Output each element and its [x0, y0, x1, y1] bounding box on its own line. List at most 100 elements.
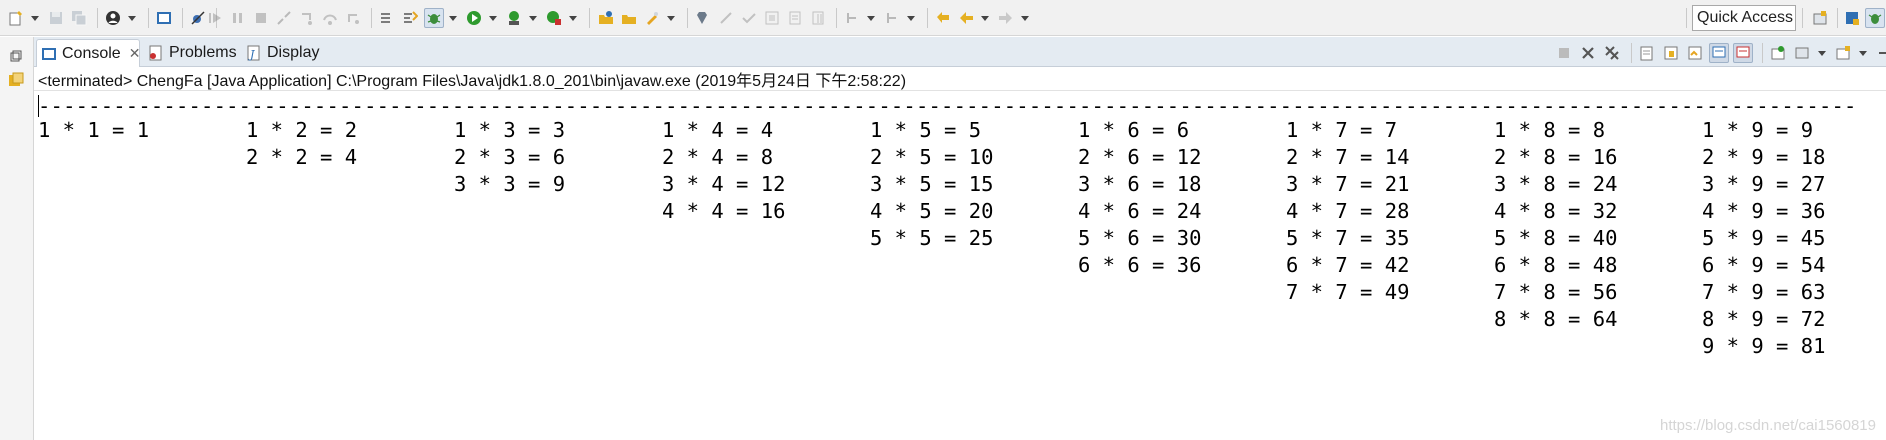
- forward-dropdown[interactable]: [1019, 8, 1030, 28]
- console-output-line: 2 * 8 = 16: [1494, 145, 1618, 169]
- step-into-icon[interactable]: [297, 8, 317, 28]
- console-output-line: 6 * 6 = 36: [1078, 253, 1202, 277]
- debug-icon[interactable]: [424, 8, 444, 28]
- debug-dropdown[interactable]: [447, 8, 458, 28]
- console-output-line: 5 * 9 = 45: [1702, 226, 1826, 250]
- suspend-icon[interactable]: [228, 8, 248, 28]
- new-dropdown[interactable]: [29, 8, 40, 28]
- word-wrap-icon[interactable]: [1685, 43, 1705, 63]
- console-output-line: 1 * 4 = 4: [662, 118, 774, 142]
- show-on-stderr-icon[interactable]: [1733, 43, 1753, 63]
- open-console-dropdown[interactable]: [1857, 43, 1868, 63]
- tab-problems[interactable]: Problems: [144, 39, 244, 67]
- open-perspective-icon[interactable]: [1810, 8, 1830, 28]
- console-output-line: 5 * 8 = 40: [1494, 226, 1618, 250]
- step-over-icon[interactable]: [320, 8, 340, 28]
- problems-icon: [148, 45, 164, 61]
- new-icon[interactable]: [6, 8, 26, 28]
- console-output-line: 5 * 7 = 35: [1286, 226, 1410, 250]
- clear-console-icon[interactable]: [1637, 43, 1657, 63]
- block-selection-icon[interactable]: [762, 8, 782, 28]
- table-column: 1 * 4 = 4 2 * 4 = 8 3 * 4 = 12 4 * 4 = 16: [662, 117, 785, 225]
- console-output-line: 6 * 9 = 54: [1702, 253, 1826, 277]
- quick-access-input[interactable]: Quick Access: [1692, 5, 1796, 31]
- restore-icon[interactable]: [7, 47, 25, 65]
- pilcrow-icon[interactable]: [808, 8, 828, 28]
- open-type-icon[interactable]: [619, 8, 639, 28]
- step-return-icon[interactable]: [343, 8, 363, 28]
- external-tools-dropdown[interactable]: [567, 8, 578, 28]
- console-output-line: 1 * 6 = 6: [1078, 118, 1190, 142]
- forward-icon[interactable]: [996, 8, 1016, 28]
- remove-launch-icon[interactable]: [1578, 43, 1598, 63]
- console-output-line: 5 * 5 = 25: [870, 226, 994, 250]
- tab-display-label: Display: [267, 44, 320, 61]
- coverage-icon[interactable]: [504, 8, 524, 28]
- console-output-line: 4 * 6 = 24: [1078, 199, 1202, 223]
- use-step-filters-icon[interactable]: [400, 8, 420, 28]
- toolbar-separator: [1802, 8, 1803, 28]
- toggle-mark-occurrences-icon[interactable]: [739, 8, 759, 28]
- java-perspective-icon[interactable]: [1842, 8, 1862, 28]
- show-on-stdout-icon[interactable]: [1709, 43, 1729, 63]
- terminate-icon[interactable]: [251, 8, 271, 28]
- console-output[interactable]: ----------------------------------------…: [34, 92, 1886, 440]
- console-output-line: 7 * 7 = 49: [1286, 280, 1410, 304]
- toolbar-separator: [1837, 8, 1838, 28]
- remove-all-terminated-icon[interactable]: [1602, 43, 1622, 63]
- back-icon[interactable]: [956, 8, 976, 28]
- console-output-line: 4 * 8 = 32: [1494, 199, 1618, 223]
- tab-console[interactable]: Console ✕: [36, 39, 140, 67]
- external-tools-icon[interactable]: [544, 8, 564, 28]
- console-output-line: 6 * 7 = 42: [1286, 253, 1410, 277]
- prev-annotation-icon[interactable]: [882, 8, 902, 28]
- next-annotation-icon[interactable]: [842, 8, 862, 28]
- toolbar-separator: [589, 8, 590, 28]
- watermark: https://blog.csdn.net/cai1560819: [1660, 417, 1876, 434]
- save-all-icon[interactable]: [69, 8, 89, 28]
- save-icon[interactable]: [46, 8, 66, 28]
- search-icon[interactable]: [693, 8, 713, 28]
- open-console-icon[interactable]: [1833, 43, 1853, 63]
- console-output-line: 4 * 4 = 16: [662, 199, 786, 223]
- disconnect-icon[interactable]: [274, 8, 294, 28]
- open-task-icon[interactable]: [642, 8, 662, 28]
- resume-icon[interactable]: [205, 8, 225, 28]
- run-icon[interactable]: [464, 8, 484, 28]
- profile-icon[interactable]: [103, 8, 123, 28]
- toggle-annotation-icon[interactable]: [716, 8, 736, 28]
- pin-console-icon[interactable]: [1768, 43, 1788, 63]
- display-icon: J: [246, 45, 262, 61]
- profile-dropdown[interactable]: [126, 8, 137, 28]
- display-console-dropdown[interactable]: [1816, 43, 1827, 63]
- back-dropdown[interactable]: [979, 8, 990, 28]
- show-whitespace-icon[interactable]: [785, 8, 805, 28]
- new-java-project-icon[interactable]: [596, 8, 616, 28]
- minimized-view-icon[interactable]: [7, 71, 25, 89]
- console-output-line: 3 * 4 = 12: [662, 172, 786, 196]
- console-output-line: 1 * 1 = 1: [38, 118, 150, 142]
- minimize-icon[interactable]: [1874, 43, 1886, 63]
- console-output-line: 2 * 4 = 8: [662, 145, 774, 169]
- table-column: 1 * 7 = 7 2 * 7 = 14 3 * 7 = 21 4 * 7 = 28 5…: [1286, 117, 1409, 306]
- last-edit-icon[interactable]: [933, 8, 953, 28]
- drop-frame-icon[interactable]: [377, 8, 397, 28]
- console-output-line: 9 * 9 = 81: [1702, 334, 1826, 358]
- close-icon[interactable]: ✕: [129, 45, 141, 62]
- table-column: 1 * 6 = 6 2 * 6 = 12 3 * 6 = 18 4 * 6 = 24 5…: [1078, 117, 1201, 279]
- tab-console-label: Console: [62, 44, 121, 62]
- toolbar-file-group: [6, 5, 222, 31]
- run-dropdown[interactable]: [487, 8, 498, 28]
- scroll-lock-icon[interactable]: [1661, 43, 1681, 63]
- console-output-line: 3 * 6 = 18: [1078, 172, 1202, 196]
- terminate-icon[interactable]: [1554, 43, 1574, 63]
- tab-display[interactable]: J Display: [242, 39, 332, 67]
- console-icon: [41, 46, 57, 62]
- coverage-dropdown[interactable]: [527, 8, 538, 28]
- debug-perspective-icon[interactable]: [1865, 8, 1885, 28]
- terminal-icon[interactable]: [154, 8, 174, 28]
- prev-annotation-dropdown[interactable]: [905, 8, 916, 28]
- next-annotation-dropdown[interactable]: [865, 8, 876, 28]
- display-selected-console-icon[interactable]: [1792, 43, 1812, 63]
- open-task-dropdown[interactable]: [665, 8, 676, 28]
